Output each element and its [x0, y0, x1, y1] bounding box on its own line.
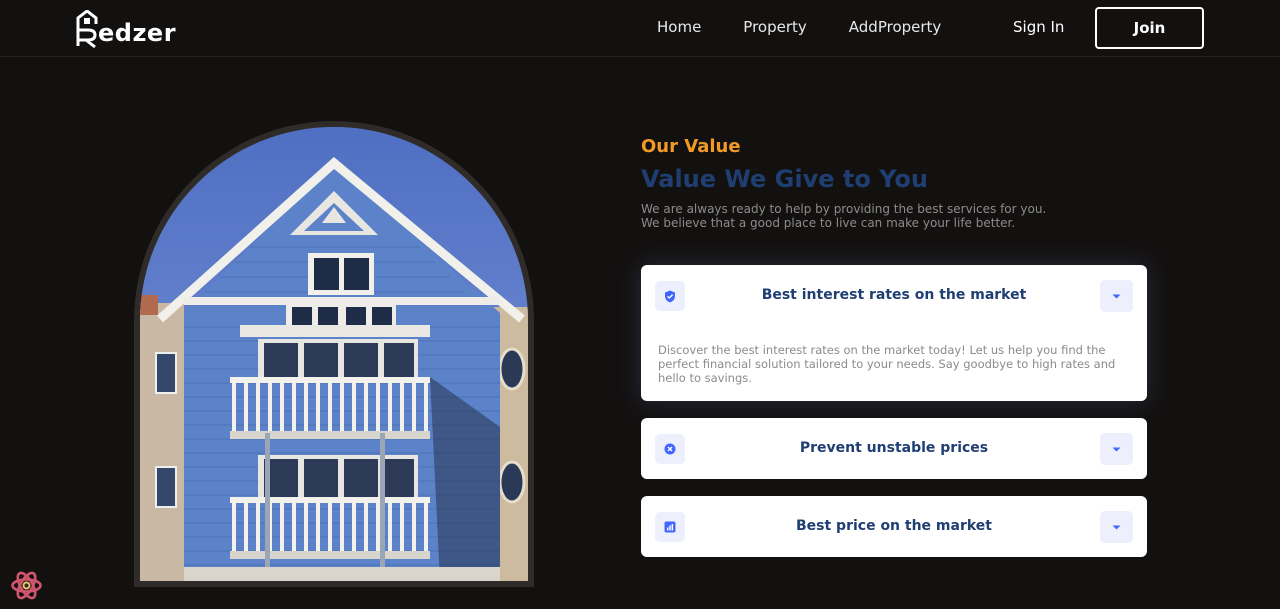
chevron-down-icon[interactable] — [1100, 280, 1133, 312]
nav-property-link[interactable]: Property — [743, 18, 806, 36]
accordion-item-interest-rates[interactable]: Best interest rates on the market Discov… — [641, 265, 1147, 401]
chevron-down-icon[interactable] — [1100, 433, 1133, 465]
sign-in-link[interactable]: Sign In — [1013, 18, 1064, 36]
logo[interactable]: edzer — [76, 6, 176, 48]
property-image-frame — [134, 121, 534, 587]
close-circle-icon — [655, 434, 685, 464]
value-section: Our Value Value We Give to You We are al… — [641, 136, 1151, 230]
description-line-1: We are always ready to help by providing… — [641, 202, 1047, 216]
section-title: Value We Give to You — [641, 165, 928, 193]
accordion-item-unstable-prices[interactable]: Prevent unstable prices — [641, 418, 1147, 479]
nav-addproperty-link[interactable]: AddProperty — [849, 18, 942, 36]
navbar: edzer Home Property AddProperty Sign In … — [0, 0, 1280, 57]
accordion-item-best-price[interactable]: Best price on the market — [641, 496, 1147, 557]
nav-links: Home Property AddProperty — [657, 18, 983, 36]
shield-check-icon — [655, 281, 685, 311]
join-button[interactable]: Join — [1095, 7, 1204, 49]
section-eyebrow: Our Value — [641, 136, 741, 157]
chevron-down-icon[interactable] — [1100, 511, 1133, 543]
section-description: We are always ready to help by providing… — [641, 202, 1151, 230]
description-line-2: We believe that a good place to live can… — [641, 216, 1016, 230]
blue-house-photo-icon — [140, 127, 528, 581]
accordion-title: Prevent unstable prices — [799, 440, 989, 456]
bar-chart-icon — [655, 512, 685, 542]
property-image — [140, 127, 528, 581]
accordion-title: Best price on the market — [795, 518, 992, 534]
house-logo-icon — [76, 10, 98, 48]
accordion-title: Best interest rates on the market — [761, 287, 1027, 303]
accordion-body: Discover the best interest rates on the … — [658, 343, 1116, 385]
nav-home-link[interactable]: Home — [657, 18, 701, 36]
logo-text: edzer — [98, 19, 177, 47]
react-devtools-icon[interactable] — [10, 569, 43, 602]
